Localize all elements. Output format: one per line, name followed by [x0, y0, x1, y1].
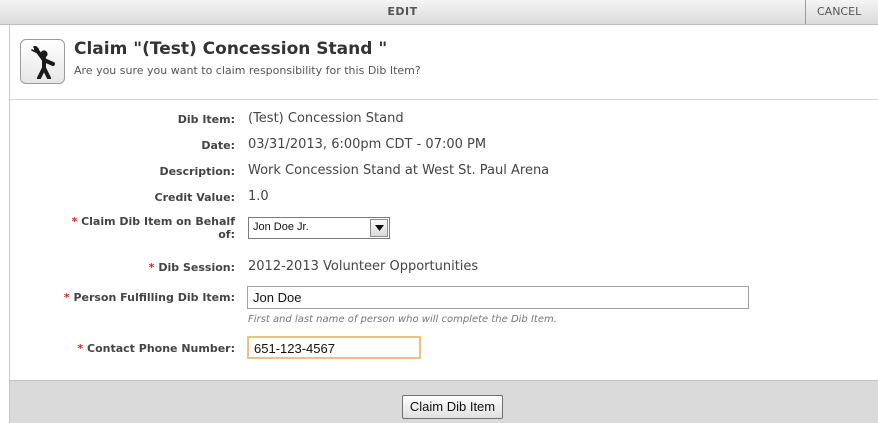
claim-on-behalf-label-line1: Claim Dib Item on Behalf	[81, 215, 235, 228]
contact-phone-label: * Contact Phone Number:	[10, 342, 235, 355]
dib-session-label: * Dib Session:	[10, 261, 235, 274]
edit-tab[interactable]: EDIT	[0, 0, 806, 24]
date-label: Date:	[201, 139, 235, 152]
claim-on-behalf-label: * Claim Dib Item on Behalf of:	[10, 215, 235, 241]
top-toolbar: EDIT CANCEL	[0, 0, 878, 25]
page-subtitle: Are you sure you want to claim responsib…	[74, 64, 421, 77]
dropdown-arrow-icon[interactable]	[370, 219, 388, 237]
person-fulfilling-hint: First and last name of person who will c…	[248, 314, 557, 325]
person-fulfilling-label-text: Person Fulfilling Dib Item:	[73, 291, 235, 304]
required-marker: *	[63, 291, 70, 304]
claim-on-behalf-selected: Jon Doe Jr.	[253, 221, 309, 233]
date-value: 03/31/2013, 6:00pm CDT - 07:00 PM	[248, 137, 487, 152]
claim-on-behalf-label-line2: of:	[218, 228, 235, 241]
claim-on-behalf-select[interactable]: Jon Doe Jr.	[248, 217, 390, 239]
required-marker: *	[77, 342, 84, 355]
person-waving-icon	[20, 39, 65, 84]
person-fulfilling-input[interactable]: Jon Doe	[247, 286, 749, 309]
contact-phone-input[interactable]: 651-123-4567	[247, 336, 421, 359]
credit-value-value: 1.0	[248, 189, 269, 204]
person-fulfilling-label: * Person Fulfilling Dib Item:	[10, 291, 235, 304]
cancel-tab[interactable]: CANCEL	[807, 0, 878, 24]
page-title: Claim "(Test) Concession Stand "	[74, 39, 388, 59]
dib-item-label: Dib Item:	[177, 113, 235, 126]
dib-session-label-text: Dib Session:	[158, 261, 235, 274]
claim-panel: Claim "(Test) Concession Stand " Are you…	[9, 25, 878, 423]
description-value: Work Concession Stand at West St. Paul A…	[248, 163, 550, 178]
dialog-footer: Claim Dib Item	[10, 380, 878, 423]
dib-session-value: 2012-2013 Volunteer Opportunities	[248, 259, 479, 274]
required-marker: *	[148, 261, 155, 274]
contact-phone-label-text: Contact Phone Number:	[87, 342, 235, 355]
description-label: Description:	[159, 165, 235, 178]
dib-item-value: (Test) Concession Stand	[248, 111, 404, 126]
required-marker: *	[71, 215, 78, 228]
claim-dib-item-button[interactable]: Claim Dib Item	[402, 395, 503, 419]
credit-value-label: Credit Value:	[154, 191, 236, 204]
dialog-header: Claim "(Test) Concession Stand " Are you…	[10, 25, 878, 100]
